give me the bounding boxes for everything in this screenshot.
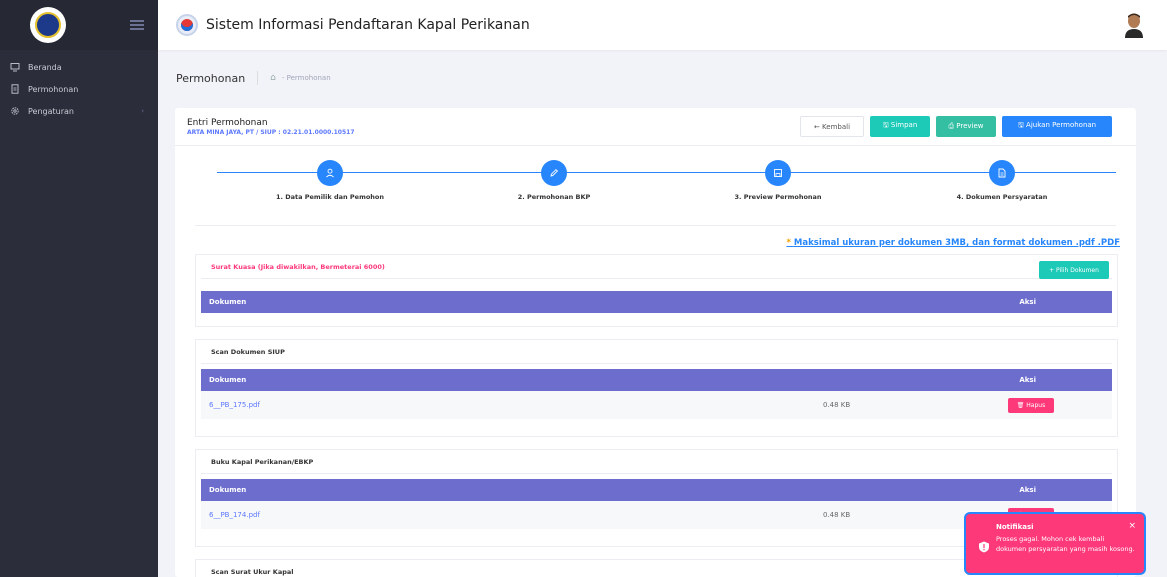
doc-section-title: Surat Kuasa (Jika diwakilkan, Bermeterai… xyxy=(201,255,1112,279)
subheader: Permohonan ⌂ - Permohonan xyxy=(158,52,1167,104)
top-header: Sistem Informasi Pendaftaran Kapal Perik… xyxy=(158,0,1167,50)
pencil-icon xyxy=(541,160,567,186)
sidebar-item-label: Beranda xyxy=(28,62,62,72)
menu-toggle-icon[interactable] xyxy=(130,20,144,30)
file-link[interactable]: 6__PB_174.pdf xyxy=(209,511,260,519)
card-subtitle: ARTA MINA JAYA, PT / SIUP : 02.21.01.000… xyxy=(187,128,355,136)
divider xyxy=(257,71,259,85)
toast-message: Proses gagal. Mohon cek kembali dokumen … xyxy=(996,535,1135,553)
wizard-stepper: 1. Data Pemilik dan Pemohon 2. Permohona… xyxy=(195,146,1116,226)
sidebar: Beranda Permohonan Pengaturan › xyxy=(0,0,158,577)
file-link[interactable]: 6__PB_175.pdf xyxy=(209,401,260,409)
column-header-aksi: Aksi xyxy=(1019,298,1036,306)
table-row: 6__PB_175.pdf 0.48 KB 🗑 Hapus xyxy=(201,391,1112,419)
user-icon xyxy=(317,160,343,186)
sidebar-item-label: Permohonan xyxy=(28,84,79,94)
ajukan-permohonan-button[interactable]: 🖫 Ajukan Permohonan xyxy=(1002,116,1112,137)
notification-toast: Notifikasi Proses gagal. Mohon cek kemba… xyxy=(964,512,1146,575)
sidebar-item-beranda[interactable]: Beranda xyxy=(0,56,158,78)
doc-section-title: Buku Kapal Perikanan/EBKP xyxy=(201,450,1112,474)
column-header-dokumen: Dokumen xyxy=(209,486,247,494)
step-label: 1. Data Pemilik dan Pemohon xyxy=(275,193,385,201)
chevron-right-icon: › xyxy=(141,107,144,115)
doc-section-siup: Scan Dokumen SIUP Dokumen Aksi 6__PB_175… xyxy=(195,339,1118,437)
doc-section-title: Scan Dokumen SIUP xyxy=(201,340,1112,364)
app-logo xyxy=(176,14,198,36)
card-actions: ← Kembali 🖫 Simpan ⎙ Preview 🖫 Ajukan Pe… xyxy=(800,116,1112,137)
step-3[interactable]: 3. Preview Permohonan xyxy=(703,160,853,201)
sidebar-brand xyxy=(0,0,158,50)
page-title: Permohonan xyxy=(176,71,246,85)
card-title: Entri Permohonan xyxy=(187,117,268,128)
ministry-logo[interactable] xyxy=(30,7,66,43)
file-size-note[interactable]: * Maksimal ukuran per dokumen 3MB, dan f… xyxy=(786,238,1120,248)
step-label: 3. Preview Permohonan xyxy=(734,193,822,201)
gear-icon xyxy=(10,106,20,116)
breadcrumb[interactable]: - Permohonan xyxy=(282,74,331,82)
entri-permohonan-card: Entri Permohonan ARTA MINA JAYA, PT / SI… xyxy=(175,108,1136,577)
home-icon[interactable]: ⌂ xyxy=(270,73,276,83)
column-header-aksi: Aksi xyxy=(1019,486,1036,494)
toast-title: Notifikasi xyxy=(996,523,1034,531)
note-text: Maksimal ukuran per dokumen 3MB, dan for… xyxy=(793,238,1120,248)
app-title: Sistem Informasi Pendaftaran Kapal Perik… xyxy=(206,17,530,33)
column-header-aksi: Aksi xyxy=(1019,376,1036,384)
table-header: Dokumen Aksi xyxy=(201,369,1112,391)
document-icon xyxy=(10,84,20,94)
table-header: Dokumen Aksi xyxy=(201,291,1112,313)
step-label: 4. Dokumen Persyaratan xyxy=(956,193,1048,201)
hapus-button[interactable]: 🗑 Hapus xyxy=(1008,397,1054,413)
file-size: 0.48 KB xyxy=(823,511,851,519)
step-label: 2. Permohonan BKP xyxy=(517,193,591,201)
simpan-button[interactable]: 🖫 Simpan xyxy=(870,116,930,137)
sidebar-item-pengaturan[interactable]: Pengaturan › xyxy=(0,100,158,122)
column-header-dokumen: Dokumen xyxy=(209,298,247,306)
file-icon xyxy=(989,160,1015,186)
close-icon[interactable]: × xyxy=(1128,521,1136,531)
file-size: 0.48 KB xyxy=(823,401,851,409)
preview-button[interactable]: ⎙ Preview xyxy=(936,116,996,137)
required-star: * xyxy=(786,238,791,248)
step-2[interactable]: 2. Permohonan BKP xyxy=(479,160,629,201)
card-header: Entri Permohonan ARTA MINA JAYA, PT / SI… xyxy=(175,108,1136,146)
step-4[interactable]: 4. Dokumen Persyaratan xyxy=(927,160,1077,201)
monitor-icon xyxy=(10,62,20,72)
step-1[interactable]: 1. Data Pemilik dan Pemohon xyxy=(255,160,405,201)
doc-section-surat-kuasa: Surat Kuasa (Jika diwakilkan, Bermeterai… xyxy=(195,254,1118,327)
sidebar-item-permohonan[interactable]: Permohonan xyxy=(0,78,158,100)
shield-alert-icon xyxy=(978,538,990,553)
user-avatar[interactable] xyxy=(1123,12,1145,38)
sidebar-item-label: Pengaturan xyxy=(28,106,74,116)
table-header: Dokumen Aksi xyxy=(201,479,1112,501)
pilih-dokumen-button[interactable]: + Pilih Dokumen xyxy=(1039,261,1109,279)
column-header-dokumen: Dokumen xyxy=(209,376,247,384)
kembali-button[interactable]: ← Kembali xyxy=(800,116,864,137)
save-icon xyxy=(765,160,791,186)
